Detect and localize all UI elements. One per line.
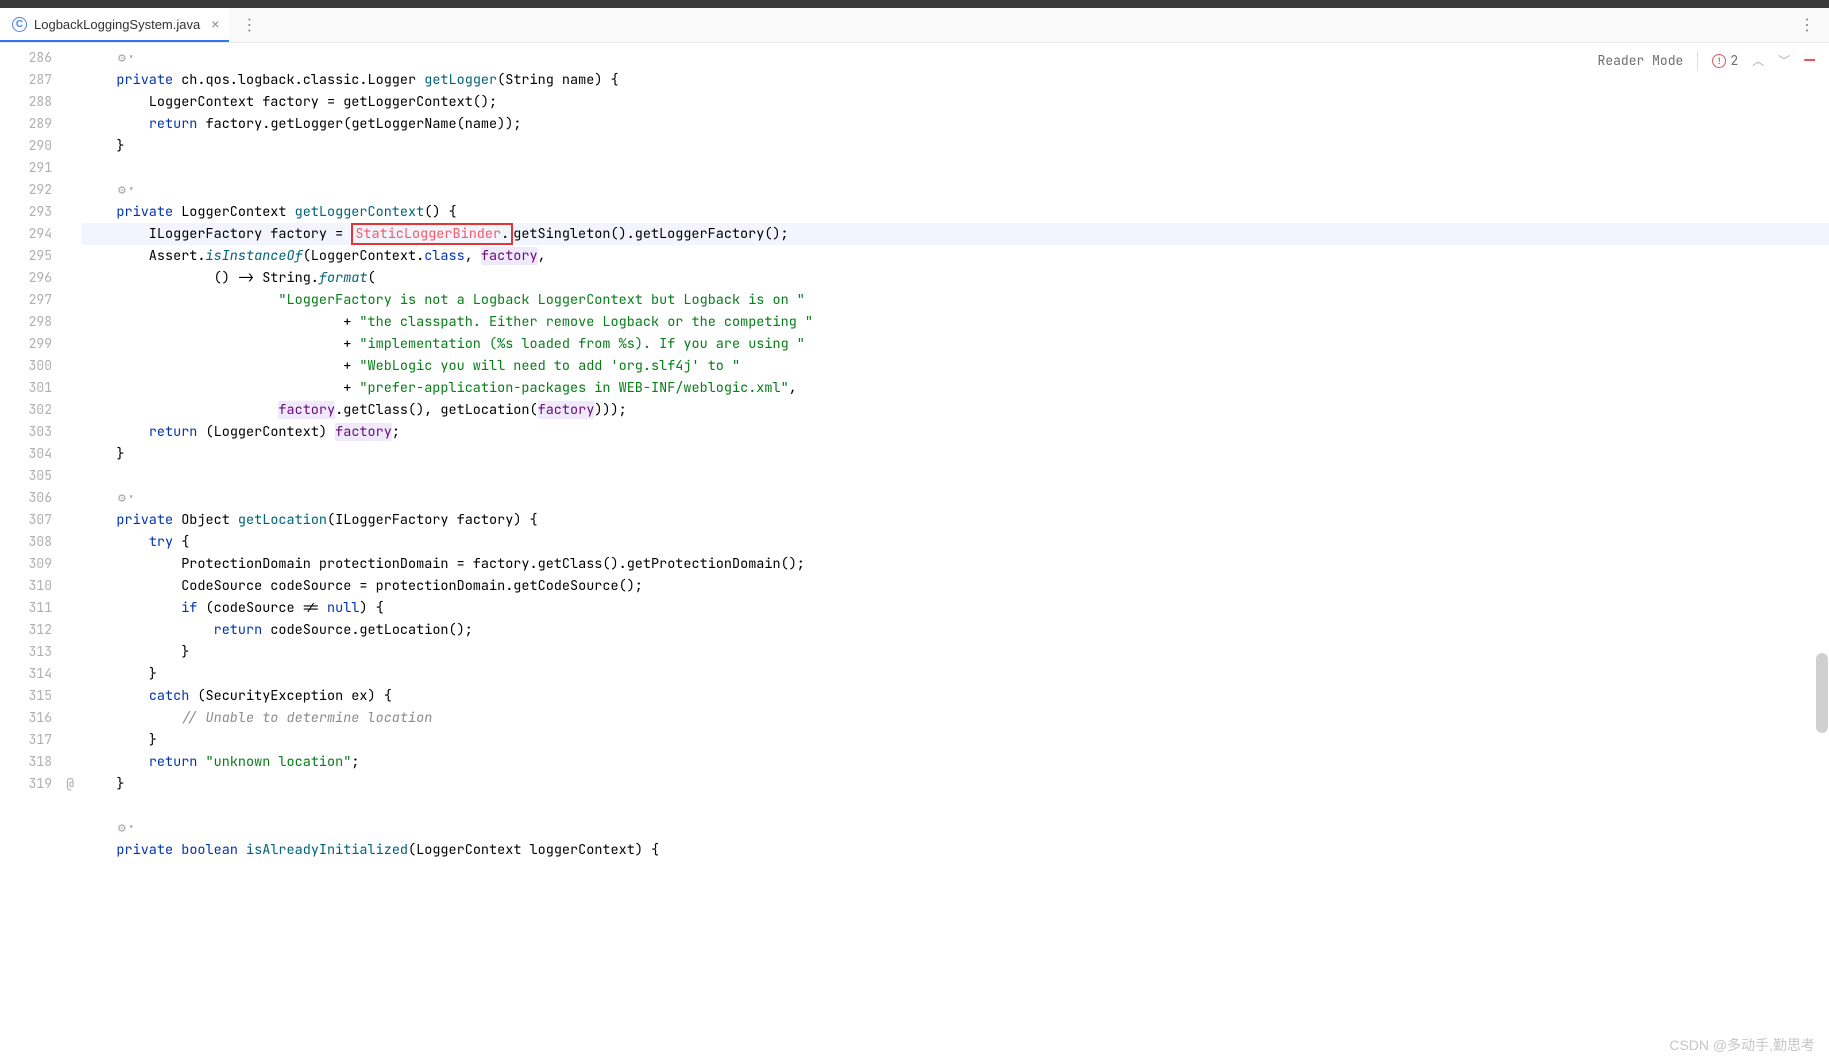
line-number: 316 — [0, 707, 82, 729]
code-line[interactable]: ⚙▾ — [82, 179, 1829, 201]
editor-main: 2862872882892902912922932942952962972982… — [0, 43, 1829, 1061]
line-number: 286 — [0, 47, 82, 69]
line-number: 288 — [0, 91, 82, 113]
code-line[interactable]: } — [82, 135, 1829, 157]
code-line[interactable]: return codeSource.getLocation(); — [82, 619, 1829, 641]
line-number: 315 — [0, 685, 82, 707]
line-number: 305 — [0, 465, 82, 487]
line-number: 301 — [0, 377, 82, 399]
line-number: 304 — [0, 443, 82, 465]
code-line[interactable]: try { — [82, 531, 1829, 553]
close-icon[interactable]: × — [211, 16, 219, 32]
line-number: 296 — [0, 267, 82, 289]
code-line[interactable]: } — [82, 729, 1829, 751]
line-number: 309 — [0, 553, 82, 575]
line-number: 290 — [0, 135, 82, 157]
code-line[interactable]: private Object getLocation(ILoggerFactor… — [82, 509, 1829, 531]
code-line[interactable]: LoggerContext factory = getLoggerContext… — [82, 91, 1829, 113]
line-number: 300 — [0, 355, 82, 377]
reader-mode-link[interactable]: Reader Mode — [1598, 52, 1684, 69]
code-line[interactable]: ⚙▾ — [82, 487, 1829, 509]
chevron-down-icon[interactable]: ﹀ — [1778, 52, 1790, 69]
line-number: 319 — [0, 773, 82, 795]
scrollbar-thumb[interactable] — [1816, 653, 1828, 733]
class-icon: C — [12, 17, 27, 32]
code-line[interactable]: private LoggerContext getLoggerContext()… — [82, 201, 1829, 223]
code-line[interactable]: return (LoggerContext) factory; — [82, 421, 1829, 443]
code-line[interactable]: private ch.qos.logback.classic.Logger ge… — [82, 69, 1829, 91]
code-line[interactable]: private boolean isAlreadyInitialized(Log… — [82, 839, 1829, 861]
divider — [1697, 51, 1698, 71]
gutter: 2862872882892902912922932942952962972982… — [0, 43, 82, 1061]
window-top-bar — [0, 0, 1829, 8]
line-number: 314 — [0, 663, 82, 685]
line-number: 317 — [0, 729, 82, 751]
fold-widget-icon[interactable]: ⚙▾ — [118, 487, 134, 509]
line-number: 307 — [0, 509, 82, 531]
fold-widget-icon[interactable]: ⚙▾ — [118, 47, 134, 69]
fold-widget-icon[interactable]: ⚙▾ — [118, 179, 134, 201]
code-line[interactable]: + "WebLogic you will need to add 'org.sl… — [82, 355, 1829, 377]
chevron-up-icon[interactable]: ︿ — [1752, 52, 1764, 69]
code-line[interactable]: return "unknown location"; — [82, 751, 1829, 773]
line-number: 289 — [0, 113, 82, 135]
line-number: 294 — [0, 223, 82, 245]
code-line[interactable]: ProtectionDomain protectionDomain = fact… — [82, 553, 1829, 575]
code-line[interactable] — [82, 465, 1829, 487]
line-number: 299 — [0, 333, 82, 355]
line-number: 297 — [0, 289, 82, 311]
error-count: 2 — [1730, 52, 1738, 69]
code-line[interactable]: + "implementation (%s loaded from %s). I… — [82, 333, 1829, 355]
code-line[interactable]: ⚙▾ — [82, 47, 1829, 69]
fold-widget-icon[interactable]: ⚙▾ — [118, 817, 134, 839]
line-number: 295 — [0, 245, 82, 267]
line-number: 311 — [0, 597, 82, 619]
code-line[interactable]: + "the classpath. Either remove Logback … — [82, 311, 1829, 333]
code-line[interactable]: return factory.getLogger(getLoggerName(n… — [82, 113, 1829, 135]
code-line[interactable]: factory.getClass(), getLocation(factory)… — [82, 399, 1829, 421]
error-icon: ! — [1712, 54, 1726, 68]
more-tabs-icon[interactable]: ⋮ — [235, 15, 263, 35]
scrollbar-track[interactable] — [1815, 43, 1829, 1061]
code-line[interactable]: } — [82, 443, 1829, 465]
line-number: 291 — [0, 157, 82, 179]
minimize-icon[interactable]: — — [1804, 49, 1815, 72]
line-number: 298 — [0, 311, 82, 333]
editor-toolbar: Reader Mode ! 2 ︿ ﹀ — — [1598, 49, 1815, 72]
line-number: 306 — [0, 487, 82, 509]
watermark: CSDN @多动手,勤思考 — [1669, 1035, 1815, 1055]
code-editor[interactable]: Reader Mode ! 2 ︿ ﹀ — ⚙▾ private ch.qos.… — [82, 43, 1829, 1061]
line-number: 293 — [0, 201, 82, 223]
code-line[interactable]: // Unable to determine location — [82, 707, 1829, 729]
code-line[interactable]: + "prefer-application-packages in WEB-IN… — [82, 377, 1829, 399]
error-count-badge[interactable]: ! 2 — [1712, 52, 1738, 69]
code-line[interactable] — [82, 795, 1829, 817]
line-number: 310 — [0, 575, 82, 597]
line-number: 318 — [0, 751, 82, 773]
code-line[interactable]: if (codeSource != null) { — [82, 597, 1829, 619]
line-number: 313 — [0, 641, 82, 663]
editor-tab-bar: C LogbackLoggingSystem.java × ⋮ ⋮ — [0, 8, 1829, 43]
line-number: 312 — [0, 619, 82, 641]
tab-filename: LogbackLoggingSystem.java — [34, 17, 200, 32]
code-line[interactable]: CodeSource codeSource = protectionDomain… — [82, 575, 1829, 597]
code-line[interactable]: "LoggerFactory is not a Logback LoggerCo… — [82, 289, 1829, 311]
code-line[interactable]: catch (SecurityException ex) { — [82, 685, 1829, 707]
line-number: 303 — [0, 421, 82, 443]
line-number: 308 — [0, 531, 82, 553]
code-line[interactable]: ILoggerFactory factory = StaticLoggerBin… — [82, 223, 1829, 245]
code-line[interactable]: } — [82, 663, 1829, 685]
code-line[interactable]: Assert.isInstanceOf(LoggerContext.class,… — [82, 245, 1829, 267]
code-line[interactable]: } — [82, 641, 1829, 663]
code-line[interactable]: } — [82, 773, 1829, 795]
code-line[interactable]: ⚙▾ — [82, 817, 1829, 839]
line-number: 302 — [0, 399, 82, 421]
code-line[interactable] — [82, 157, 1829, 179]
editor-tab-active[interactable]: C LogbackLoggingSystem.java × — [0, 8, 229, 42]
line-number: 292 — [0, 179, 82, 201]
line-number: 287 — [0, 69, 82, 91]
more-actions-icon[interactable]: ⋮ — [1799, 15, 1829, 35]
code-line[interactable]: () -> String.format( — [82, 267, 1829, 289]
